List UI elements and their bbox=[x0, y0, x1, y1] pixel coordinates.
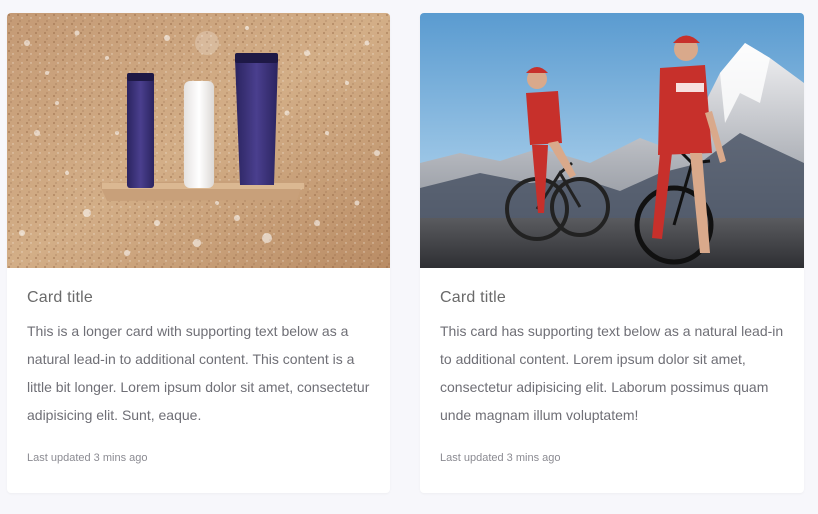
card-text: This is a longer card with supporting te… bbox=[27, 323, 370, 423]
card-cyclists: Card title This card has supporting text… bbox=[420, 13, 804, 493]
skincare-photo bbox=[7, 13, 390, 268]
last-updated-text: Last updated 3 mins ago bbox=[27, 452, 148, 464]
card-title: Card title bbox=[27, 289, 94, 306]
cyclists-photo bbox=[420, 13, 804, 268]
last-updated-text: Last updated 3 mins ago bbox=[440, 452, 561, 464]
card-text: This card has supporting text below as a… bbox=[440, 323, 784, 423]
card-image-cyclists bbox=[420, 13, 804, 268]
card-title: Card title bbox=[440, 289, 507, 306]
card-grid: Card title This is a longer card with su… bbox=[0, 0, 818, 514]
card-body: Card title This card has supporting text… bbox=[420, 268, 804, 429]
card-image-skincare bbox=[7, 13, 390, 268]
card-body: Card title This is a longer card with su… bbox=[7, 268, 390, 429]
card-skincare: Card title This is a longer card with su… bbox=[7, 13, 390, 493]
